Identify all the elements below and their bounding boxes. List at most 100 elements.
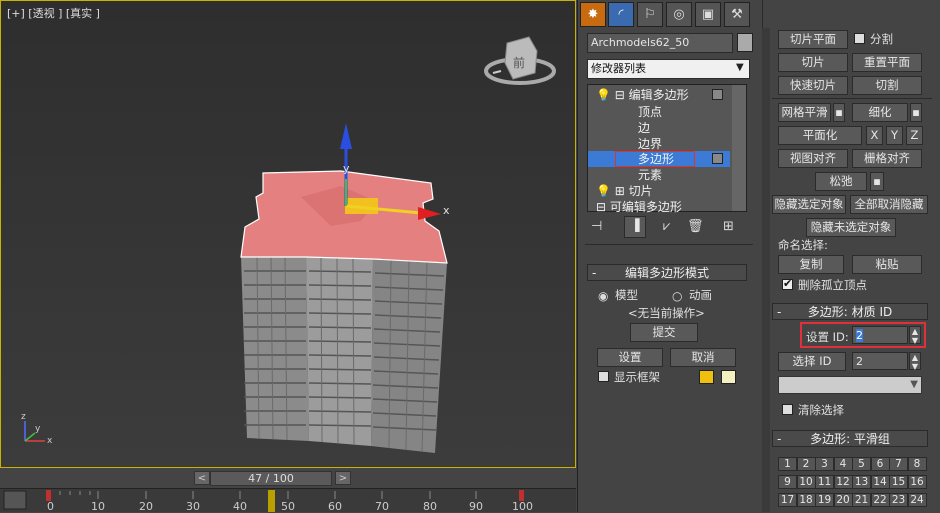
unhide-all-button[interactable]: 全部取消隐藏 xyxy=(850,195,928,214)
clear-selection-checkbox[interactable] xyxy=(782,404,793,415)
cage-selected-color-swatch[interactable] xyxy=(721,370,736,384)
collapse-icon[interactable]: ⊟ xyxy=(615,88,625,102)
delete-isolated-checkbox[interactable]: ✔ xyxy=(782,277,793,290)
motion-tab-icon[interactable]: ◎ xyxy=(666,2,692,27)
smoothing-group-button[interactable]: 5 xyxy=(852,457,871,471)
smoothing-group-button[interactable]: 8 xyxy=(907,457,927,471)
lightbulb-icon[interactable]: 💡 xyxy=(596,184,611,198)
planar-y-button[interactable]: Y xyxy=(886,126,903,145)
object-color-swatch[interactable] xyxy=(737,33,753,52)
material-name-dropdown[interactable]: ▼ xyxy=(778,376,922,394)
cage-color-swatch[interactable] xyxy=(699,370,714,384)
settings-button[interactable]: 设置 xyxy=(597,348,663,367)
planar-z-button[interactable]: Z xyxy=(906,126,923,145)
smoothing-group-button[interactable]: 12 xyxy=(833,475,853,489)
stack-scrollbar[interactable] xyxy=(732,85,746,211)
hide-selected-button[interactable]: 隐藏选定对象 xyxy=(772,195,846,214)
collapse-icon[interactable]: ⊟ xyxy=(596,200,606,214)
rollout-header-smoothing-groups[interactable]: - 多边形: 平滑组 xyxy=(772,430,928,447)
display-tab-icon[interactable]: ▣ xyxy=(695,2,721,27)
smoothing-group-button[interactable]: 9 xyxy=(778,475,797,489)
smoothing-group-button[interactable]: 14 xyxy=(870,475,890,489)
smoothing-group-button[interactable]: 13 xyxy=(852,475,871,489)
grid-align-button[interactable]: 栅格对齐 xyxy=(852,149,922,168)
chevron-down-icon[interactable]: ▼ xyxy=(736,62,744,73)
smoothing-group-button[interactable]: 10 xyxy=(796,475,816,489)
model-radio[interactable]: ◉ xyxy=(598,289,608,303)
make-unique-icon[interactable]: ⩗ xyxy=(663,219,670,234)
meshsmooth-settings-icon[interactable]: ▪ xyxy=(833,103,845,122)
slice-button[interactable]: 切片 xyxy=(778,53,848,72)
make-planar-button[interactable]: 平面化 xyxy=(778,126,862,145)
configure-sets-icon[interactable]: ⊞ xyxy=(723,219,734,234)
smoothing-group-button[interactable]: 7 xyxy=(889,457,908,471)
cut-button[interactable]: 切割 xyxy=(852,76,922,95)
object-name-field[interactable]: Archmodels62_50 xyxy=(587,33,733,53)
planar-x-button[interactable]: X xyxy=(866,126,883,145)
smoothing-group-button[interactable]: 24 xyxy=(907,493,927,507)
time-prev-button[interactable]: < xyxy=(194,471,210,485)
select-id-spinner-arrows-icon[interactable]: ▲ ▼ xyxy=(909,352,921,371)
smoothing-group-button[interactable]: 1 xyxy=(778,457,797,471)
hierarchy-tab-icon[interactable]: ⚐ xyxy=(637,2,663,27)
lightbulb-icon[interactable]: 💡 xyxy=(596,88,611,102)
smoothing-group-button[interactable]: 15 xyxy=(889,475,908,489)
utilities-tab-icon[interactable]: ⚒ xyxy=(724,2,750,27)
paste-button[interactable]: 粘贴 xyxy=(852,255,922,274)
smoothing-group-button[interactable]: 23 xyxy=(889,493,908,507)
meshsmooth-button[interactable]: 网格平滑 xyxy=(778,103,831,122)
panel-scrollbar[interactable] xyxy=(762,28,770,512)
animate-radio[interactable]: ○ xyxy=(672,289,682,303)
relax-button[interactable]: 松弛 xyxy=(815,172,867,191)
smoothing-group-button[interactable]: 16 xyxy=(907,475,927,489)
pin-stack-icon[interactable]: ⊣ xyxy=(591,219,602,234)
show-end-result-icon[interactable]: ▐ xyxy=(624,216,646,238)
relax-settings-icon[interactable]: ▪ xyxy=(870,172,884,191)
select-id-spinner[interactable]: 2 xyxy=(852,352,908,370)
modify-tab-icon[interactable]: ◜ xyxy=(608,2,634,27)
stack-item-polygon-selected[interactable]: 多边形 xyxy=(588,151,730,167)
stack-item-edit-poly[interactable]: 💡 ⊟ 编辑多边形 xyxy=(588,87,730,103)
view-align-button[interactable]: 视图对齐 xyxy=(778,149,848,168)
smoothing-group-button[interactable]: 3 xyxy=(815,457,834,471)
modifier-stack[interactable]: 💡 ⊟ 编辑多边形 顶点 边 边界 多边形 元素 💡 ⊞ 切片 ⊟ 可编辑多边形 xyxy=(587,84,747,215)
create-tab-icon[interactable]: ✸ xyxy=(580,2,606,27)
cancel-button[interactable]: 取消 xyxy=(670,348,736,367)
select-id-button[interactable]: 选择 ID xyxy=(778,352,846,371)
tessellate-button[interactable]: 细化 xyxy=(852,103,908,122)
tessellate-settings-icon[interactable]: ▪ xyxy=(910,103,922,122)
modifier-list-dropdown[interactable]: 修改器列表 xyxy=(587,59,750,79)
rollout-header-edit-poly-mode[interactable]: - 编辑多边形模式 xyxy=(587,264,747,281)
remove-modifier-icon[interactable]: 🗑 xyxy=(687,219,704,234)
smoothing-group-button[interactable]: 17 xyxy=(778,493,797,507)
stack-item-vertex[interactable]: 顶点 xyxy=(588,104,730,120)
smoothing-group-button[interactable]: 21 xyxy=(852,493,871,507)
stack-item-editable-poly[interactable]: ⊟ 可编辑多边形 xyxy=(588,199,730,215)
smoothing-group-button[interactable]: 11 xyxy=(815,475,834,489)
quick-slice-button[interactable]: 快速切片 xyxy=(778,76,848,95)
smoothing-group-button[interactable]: 18 xyxy=(796,493,816,507)
commit-button[interactable]: 提交 xyxy=(630,323,698,342)
time-next-button[interactable]: > xyxy=(335,471,351,485)
smoothing-group-button[interactable]: 20 xyxy=(833,493,853,507)
smoothing-group-button[interactable]: 6 xyxy=(870,457,890,471)
set-id-spinner[interactable]: 2 xyxy=(852,326,908,344)
stack-item-border[interactable]: 边界 xyxy=(588,136,730,152)
copy-button[interactable]: 复制 xyxy=(778,255,844,274)
smoothing-group-button[interactable]: 19 xyxy=(815,493,834,507)
smoothing-group-button[interactable]: 2 xyxy=(796,457,816,471)
stack-item-edge[interactable]: 边 xyxy=(588,120,730,136)
reset-plane-button[interactable]: 重置平面 xyxy=(852,53,922,72)
stack-item-element[interactable]: 元素 xyxy=(588,167,730,183)
stack-item-slice[interactable]: 💡 ⊞ 切片 xyxy=(588,183,730,199)
rollout-header-material-id[interactable]: - 多边形: 材质 ID xyxy=(772,303,928,320)
set-id-spinner-arrows-icon[interactable]: ▲ ▼ xyxy=(909,326,921,345)
perspective-viewport[interactable]: [+] [透视 ] [真实 ] y x 前 z x y xyxy=(0,0,576,468)
smoothing-group-button[interactable]: 4 xyxy=(833,457,853,471)
smoothing-group-button[interactable]: 22 xyxy=(870,493,890,507)
time-slider[interactable]: 47 / 100 xyxy=(210,471,332,486)
slice-plane-button[interactable]: 切片平面 xyxy=(778,30,848,49)
show-cage-checkbox[interactable] xyxy=(598,371,609,382)
expand-icon[interactable]: ⊞ xyxy=(615,184,625,198)
split-checkbox[interactable] xyxy=(854,33,865,44)
